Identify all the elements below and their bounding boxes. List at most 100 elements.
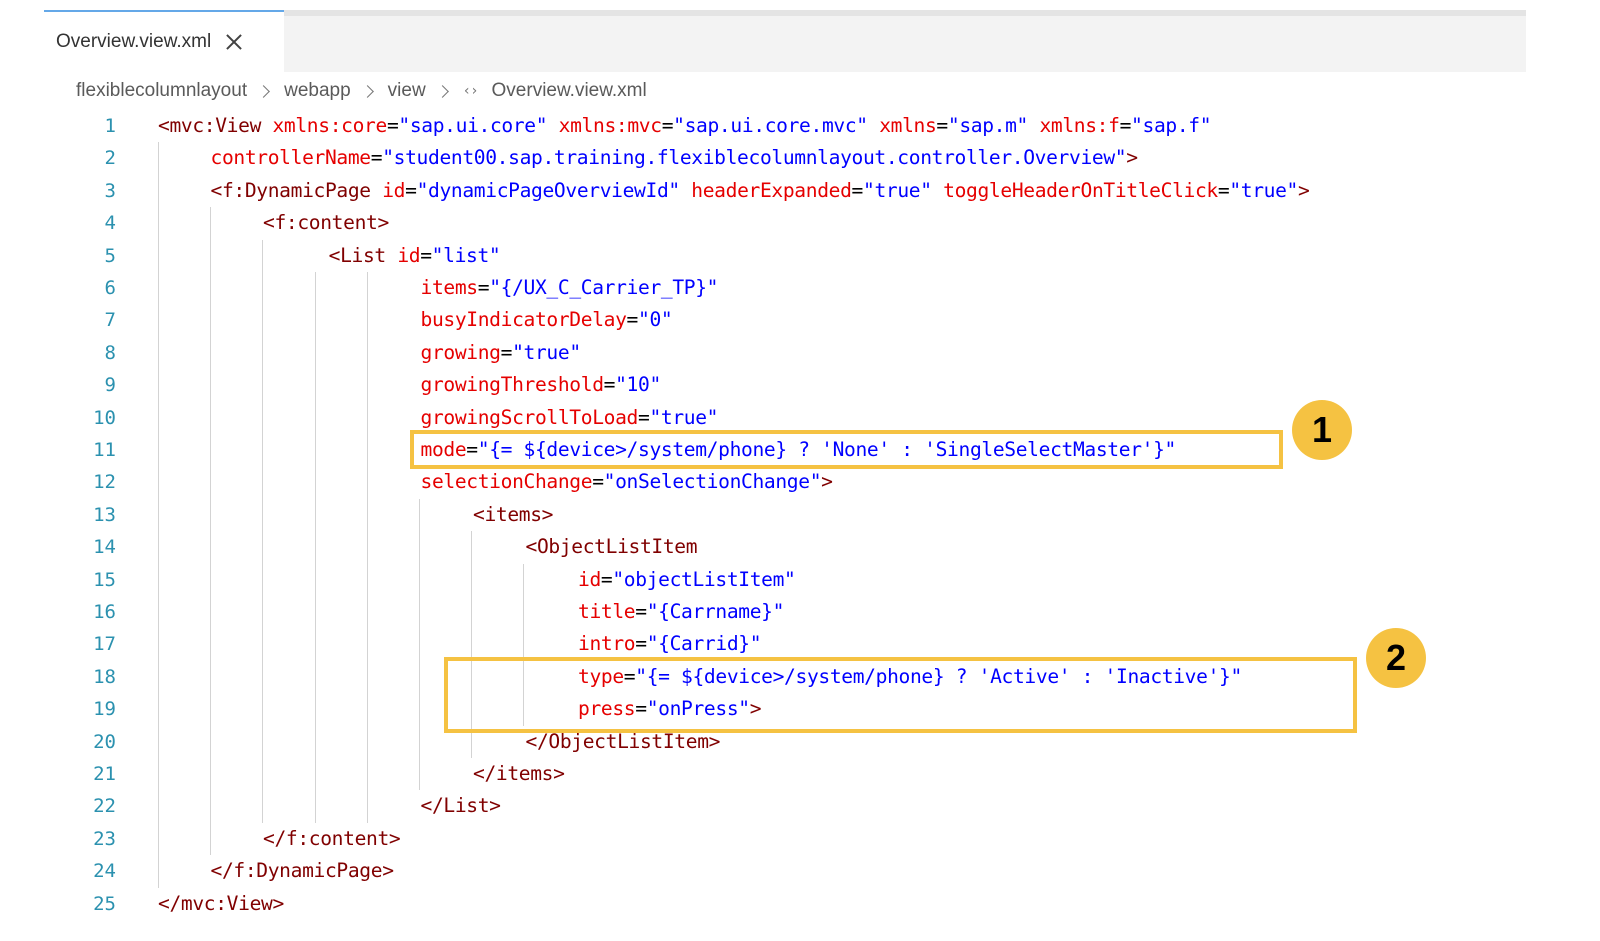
indent-guide [158, 304, 159, 337]
xml-file-icon: ‹› [462, 83, 479, 99]
indent-guide [419, 758, 420, 791]
indent-guide [419, 693, 420, 726]
code-line[interactable]: 3 <f:DynamicPage id="dynamicPageOverviewI… [0, 174, 1600, 208]
code-token: "sap.ui.core.mvc" [673, 114, 880, 137]
tab-label: Overview.view.xml [56, 31, 212, 52]
line-number: 3 [104, 179, 116, 202]
code-line[interactable]: 24 </f:DynamicPage> [0, 855, 1600, 888]
code-line[interactable]: 25 </mvc:View> [0, 888, 1600, 920]
indent-guide [315, 498, 316, 532]
code-line[interactable]: 7 busyIndicatorDelay="0" [0, 304, 1600, 337]
line-number: 14 [93, 536, 116, 559]
code-line[interactable]: 1 <mvc:View xmlns:core="sap.ui.core" xmln… [0, 110, 1600, 142]
code-line[interactable]: 15 id="objectListItem" [0, 563, 1600, 596]
code-token: "true" [863, 178, 944, 202]
code-line[interactable]: 21 </items> [0, 758, 1600, 791]
indent-guide [262, 401, 263, 434]
code-token: <ObjectListItem [525, 535, 698, 559]
code-line[interactable]: 14 <ObjectListItem [0, 531, 1600, 564]
indent-guide [471, 563, 472, 596]
breadcrumb-item-file[interactable]: Overview.view.xml [492, 80, 647, 102]
indent-guide [367, 758, 368, 791]
code-line[interactable]: 13 <items> [0, 498, 1600, 532]
code-token: xmlns [879, 114, 937, 137]
code-text: </List> [421, 790, 501, 822]
indent-guide [367, 498, 368, 532]
callout-badge-2: 2 [1366, 628, 1426, 688]
indent-guide [367, 693, 368, 726]
code-line[interactable]: 17 intro="{Carrid}" [0, 628, 1600, 661]
indent-guide [367, 628, 368, 661]
close-icon[interactable] [225, 33, 243, 51]
indent-guide [419, 498, 420, 532]
indent-guide [315, 531, 316, 564]
code-token: "objectListItem" [612, 567, 796, 591]
code-token: = [603, 373, 616, 397]
code-token: <List [328, 243, 398, 267]
code-line[interactable]: 16 title="{Carrname}" [0, 596, 1600, 629]
code-token: </mvc:View> [158, 891, 284, 915]
indent-guide [262, 790, 263, 823]
indent-guide [210, 401, 211, 434]
indent-guide [315, 693, 316, 726]
code-line[interactable]: 8 growing="true" [0, 336, 1600, 370]
code-line[interactable]: 12 selectionChange="onSelectionChange"> [0, 466, 1600, 499]
code-token: controllerName [210, 146, 372, 170]
indent-guide [315, 336, 316, 370]
code-token: > [821, 470, 833, 494]
code-text: </f:DynamicPage> [211, 855, 395, 887]
indent-guide [367, 790, 368, 823]
code-token: title [578, 600, 636, 623]
code-line[interactable]: 2 controllerName="student00.sap.training.… [0, 142, 1600, 175]
code-token: = [405, 178, 417, 202]
indent-guide [367, 725, 368, 758]
indent-guide [210, 790, 211, 823]
indent-guide [419, 725, 420, 758]
line-number: 2 [104, 147, 116, 170]
code-token: xmlns:mvc [558, 114, 662, 137]
indent-guide [210, 660, 211, 694]
indent-guide [315, 401, 316, 434]
code-line[interactable]: 6 items="{/UX_C_Carrier_TP}" [0, 272, 1600, 305]
line-number: 7 [104, 309, 116, 332]
tab-overview-view-xml[interactable]: Overview.view.xml [44, 10, 284, 72]
indent-guide [419, 596, 420, 629]
code-line[interactable]: 9 growingThreshold="10" [0, 369, 1600, 402]
chevron-right-icon [257, 84, 270, 98]
code-token: growingThreshold [420, 373, 605, 397]
code-line[interactable]: 23 </f:content> [0, 822, 1600, 856]
code-token: = [420, 243, 432, 267]
indent-guide [367, 369, 368, 402]
indent-guide [523, 628, 524, 661]
code-text: <mvc:View xmlns:core="sap.ui.core" xmlns… [158, 110, 1212, 142]
indent-guide [367, 272, 368, 305]
line-number: 10 [93, 406, 116, 429]
indent-guide [158, 725, 159, 758]
tab-bar: Overview.view.xml [44, 10, 1526, 72]
code-line[interactable]: 5 <List id="list" [0, 239, 1600, 272]
indent-guide [210, 336, 211, 370]
indent-guide [315, 725, 316, 758]
code-token: = [386, 114, 399, 137]
indent-guide [315, 563, 316, 596]
indent-guide [158, 790, 159, 823]
code-token: = [592, 470, 604, 494]
code-token: = [936, 114, 948, 137]
code-line[interactable]: 22 </List> [0, 790, 1600, 823]
code-line[interactable]: 10 growingScrollToLoad="true" [0, 401, 1600, 434]
code-token: "10" [615, 373, 661, 397]
indent-guide [419, 628, 420, 661]
indent-guide [158, 239, 159, 272]
breadcrumb-item-view[interactable]: view [388, 80, 426, 102]
indent-guide [315, 369, 316, 402]
code-text: <List id="list" [329, 240, 501, 272]
breadcrumb-item-webapp[interactable]: webapp [284, 80, 351, 102]
indent-guide [158, 758, 159, 791]
line-number: 23 [93, 827, 116, 850]
code-token: <items> [473, 502, 554, 526]
code-line[interactable]: 4 <f:content> [0, 207, 1600, 240]
indent-guide [262, 434, 263, 467]
breadcrumb-item-flexiblecolumnlayout[interactable]: flexiblecolumnlayout [76, 80, 247, 102]
code-token: <mvc:View [158, 114, 273, 137]
indent-guide [210, 693, 211, 726]
